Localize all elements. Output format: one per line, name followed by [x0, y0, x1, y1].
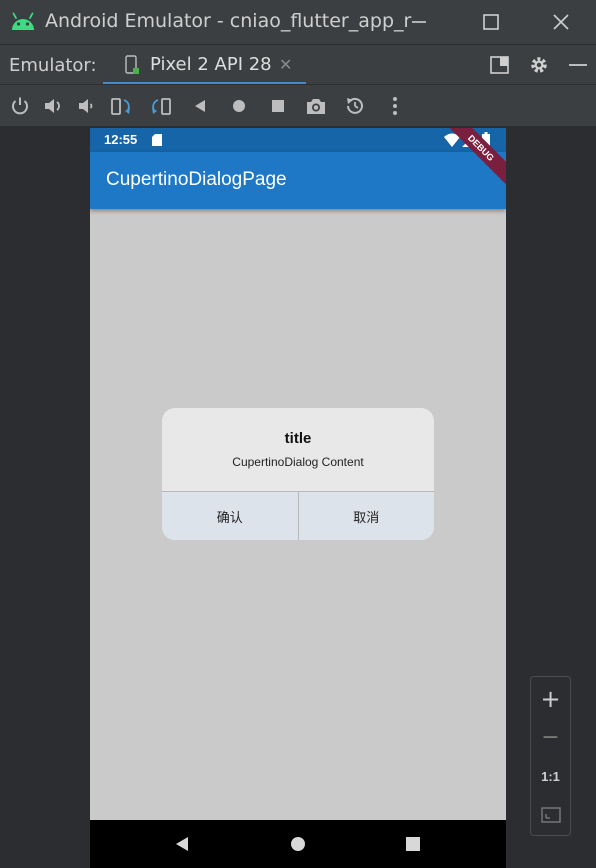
nav-home-icon[interactable]	[289, 835, 307, 853]
navigation-bar	[90, 820, 506, 868]
nav-overview-icon[interactable]	[404, 835, 422, 853]
nav-back-icon[interactable]	[173, 835, 191, 853]
device-screen[interactable]: 12:55 CupertinoDialogPage DEBUG title Cu…	[90, 128, 506, 868]
fit-screen-button[interactable]	[531, 797, 570, 833]
emulator-toolbar	[0, 84, 596, 126]
power-icon[interactable]	[9, 95, 31, 117]
dialog-title: title	[284, 430, 312, 447]
more-icon[interactable]	[384, 95, 406, 117]
confirm-button[interactable]: 确认	[162, 492, 298, 540]
maximize-icon[interactable]	[476, 8, 506, 36]
gear-icon[interactable]	[528, 54, 550, 76]
cancel-button[interactable]: 取消	[297, 492, 434, 540]
rotate-left-icon[interactable]	[110, 95, 132, 117]
layout-icon[interactable]	[489, 54, 511, 76]
volume-down-icon[interactable]	[76, 95, 98, 117]
android-logo-icon	[12, 12, 34, 30]
snapshot-icon[interactable]	[344, 95, 366, 117]
zoom-in-button[interactable]: +	[531, 681, 570, 717]
emulator-tab-row: Emulator: Pixel 2 API 28 ✕	[0, 44, 596, 85]
close-icon[interactable]	[546, 8, 576, 36]
tab-close-icon[interactable]: ✕	[279, 55, 292, 74]
minimize-icon[interactable]	[404, 8, 434, 36]
status-bar: 12:55	[90, 128, 506, 152]
page-title: CupertinoDialogPage	[106, 169, 287, 190]
minus-icon[interactable]	[567, 54, 589, 76]
back-icon[interactable]	[189, 95, 211, 117]
fit-screen-icon	[540, 807, 561, 823]
dialog-actions: 确认 取消	[162, 492, 434, 540]
device-icon	[125, 55, 139, 74]
zoom-panel: + − 1:1	[530, 676, 571, 836]
status-time: 12:55	[104, 132, 138, 147]
cupertino-dialog: title CupertinoDialog Content 确认 取消	[162, 408, 434, 540]
zoom-one-to-one-button[interactable]: 1:1	[531, 758, 570, 794]
app-bar: CupertinoDialogPage	[90, 152, 506, 209]
overview-icon[interactable]	[267, 95, 289, 117]
home-icon[interactable]	[228, 95, 250, 117]
window-title: Android Emulator - cniao_flutter_app_r	[45, 10, 412, 32]
tab-label: Pixel 2 API 28	[150, 54, 272, 75]
zoom-out-button[interactable]: −	[531, 719, 570, 755]
rotate-right-icon[interactable]	[150, 95, 172, 117]
camera-icon[interactable]	[305, 95, 327, 117]
sd-card-icon	[152, 134, 162, 146]
window-titlebar: Android Emulator - cniao_flutter_app_r	[0, 0, 596, 44]
tab-pixel-2-api-28[interactable]: Pixel 2 API 28 ✕	[103, 45, 306, 85]
volume-up-icon[interactable]	[42, 95, 64, 117]
dialog-content: CupertinoDialog Content	[232, 455, 364, 469]
emulator-label: Emulator:	[9, 55, 97, 76]
